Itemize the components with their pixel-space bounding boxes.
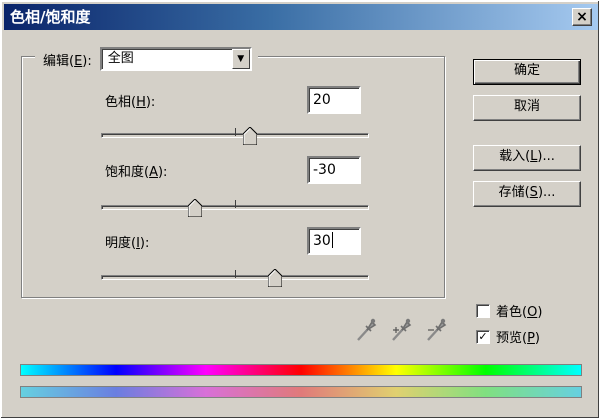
close-button[interactable]: × bbox=[572, 8, 592, 26]
hue-saturation-dialog: 色相/饱和度 × 编辑(E): 全图 ▼ 色相(H): 20 饱和度(A): -… bbox=[0, 0, 600, 419]
cancel-button[interactable]: 取消 bbox=[473, 95, 581, 121]
edit-label: 编辑(E): bbox=[43, 53, 92, 69]
hue-center-tick bbox=[235, 128, 236, 136]
hue-slider-thumb[interactable] bbox=[243, 127, 257, 145]
colorize-checkbox[interactable] bbox=[476, 303, 490, 318]
hue-input[interactable]: 20 bbox=[307, 86, 361, 114]
hue-label: 色相(H): bbox=[105, 95, 156, 110]
edit-select-value: 全图 bbox=[107, 51, 134, 66]
preview-checkbox[interactable]: ✓ bbox=[476, 329, 490, 344]
lightness-slider-thumb[interactable] bbox=[268, 269, 282, 287]
saturation-slider-thumb[interactable] bbox=[188, 199, 202, 217]
load-button[interactable]: 载入(L)... bbox=[473, 145, 581, 171]
lightness-center-tick bbox=[235, 270, 236, 278]
preview-checkbox-row[interactable]: ✓ 预览(P) bbox=[476, 327, 540, 346]
save-button[interactable]: 存储(S)... bbox=[473, 181, 581, 207]
ok-button[interactable]: 确定 bbox=[473, 59, 581, 85]
window-title: 色相/饱和度 bbox=[10, 8, 91, 26]
saturation-center-tick bbox=[235, 200, 236, 208]
lightness-label: 明度(I): bbox=[105, 236, 150, 251]
eyedropper-plus-icon[interactable] bbox=[390, 317, 412, 343]
eyedropper-icon[interactable] bbox=[355, 317, 377, 343]
dropdown-arrow-icon[interactable]: ▼ bbox=[231, 49, 250, 69]
title-bar: 色相/饱和度 × bbox=[4, 4, 598, 30]
saturation-input[interactable]: -30 bbox=[307, 156, 361, 184]
close-icon: × bbox=[576, 9, 588, 25]
saturation-label: 饱和度(A): bbox=[105, 165, 168, 180]
colorize-label: 着色(O) bbox=[496, 305, 543, 320]
edit-select[interactable]: 全图 ▼ bbox=[99, 47, 252, 71]
edit-row: 编辑(E): 全图 ▼ bbox=[35, 46, 258, 72]
eyedropper-minus-icon[interactable] bbox=[425, 317, 447, 343]
text-caret bbox=[331, 232, 333, 248]
colorize-checkbox-row[interactable]: 着色(O) bbox=[476, 301, 542, 320]
lightness-input[interactable]: 30 bbox=[307, 227, 361, 255]
input-spectrum-bar bbox=[20, 364, 582, 376]
preview-label: 预览(P) bbox=[496, 331, 540, 346]
output-spectrum-bar bbox=[20, 386, 582, 398]
adjustment-group bbox=[21, 56, 445, 298]
